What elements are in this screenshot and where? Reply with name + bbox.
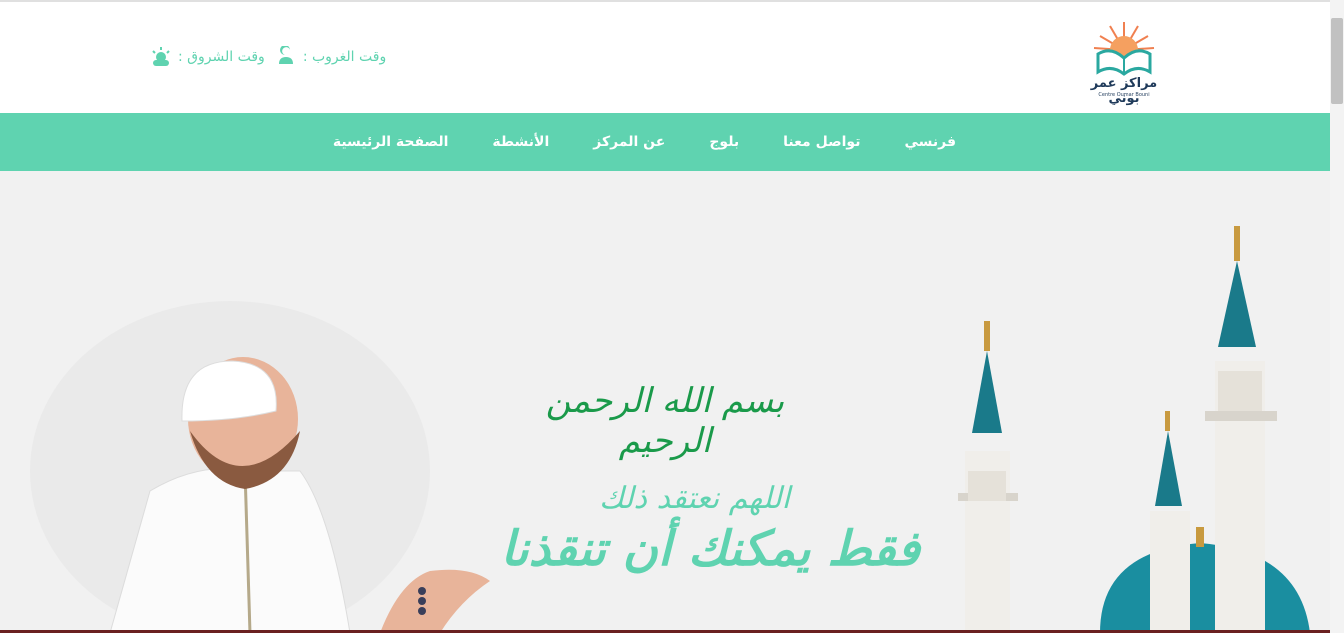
- sunrise-icon: [152, 47, 170, 66]
- logo-french-text: Centre Oumar Bouni: [1098, 92, 1150, 98]
- sunset-icon: [278, 46, 293, 64]
- prayer-times: وقت الغروب : وقت الشروق :: [150, 46, 386, 68]
- sunrise-time: وقت الشروق :: [150, 46, 265, 68]
- hero-headline: فقط يمكنك أن تنقذنا: [500, 521, 920, 577]
- hero-subtitle: اللهم نعتقد ذلك: [599, 481, 790, 516]
- nav-item-activities[interactable]: الأنشطة: [492, 134, 549, 150]
- logo-arabic-text: مراكز عمر بوني: [1090, 76, 1158, 106]
- nav-item-contact[interactable]: تواصل معنا: [783, 134, 860, 150]
- nav-menu: الصفحة الرئيسية الأنشطة عن المركز بلوج ت…: [333, 113, 956, 171]
- sunrise-label: وقت الشروق :: [178, 49, 265, 65]
- scrollbar-thumb[interactable]: [1331, 18, 1343, 104]
- mosque-illustration: [958, 226, 1310, 633]
- nav-item-about[interactable]: عن المركز: [593, 134, 665, 150]
- nav-item-french[interactable]: فرنسي: [904, 134, 956, 150]
- sunset-label: وقت الغروب :: [302, 49, 387, 65]
- nav-item-home[interactable]: الصفحة الرئيسية: [333, 134, 449, 150]
- nav-item-blog[interactable]: بلوج: [709, 134, 739, 150]
- hero-banner: بسم الله الرحمن الرحيم اللهم نعتقد ذلك ف…: [0, 171, 1330, 633]
- man-figure: [30, 301, 490, 633]
- site-header: مراكز عمر بوني Centre Oumar Bouni وقت ال…: [0, 2, 1330, 113]
- sunset-time: وقت الغروب :: [275, 46, 386, 68]
- basmala-calligraphy: بسم الله الرحمن الرحيم: [545, 381, 785, 461]
- site-logo[interactable]: مراكز عمر بوني Centre Oumar Bouni: [1086, 18, 1162, 106]
- main-nav: الصفحة الرئيسية الأنشطة عن المركز بلوج ت…: [0, 113, 1330, 171]
